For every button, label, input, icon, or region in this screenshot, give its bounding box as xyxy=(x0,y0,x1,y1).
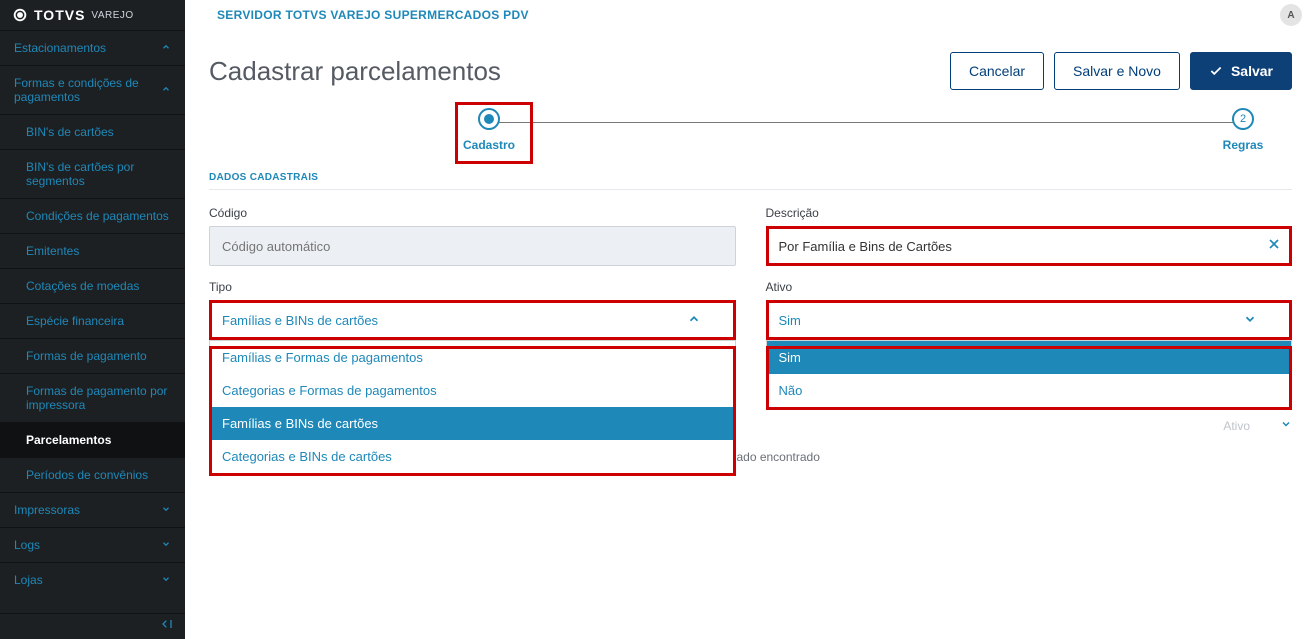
brand-logo-icon xyxy=(12,7,28,23)
codigo-input xyxy=(209,226,736,266)
sidebar-item-bins-cartoes-segmentos[interactable]: BIN's de cartões por segmentos xyxy=(0,149,185,198)
sidebar-item-label: BIN's de cartões por segmentos xyxy=(26,160,171,188)
step-circle-active-icon xyxy=(478,108,500,130)
avatar-initial: A xyxy=(1287,10,1294,21)
tipo-select-value: Famílias e BINs de cartões xyxy=(222,313,378,328)
field-descricao: Descrição xyxy=(766,206,1293,266)
sidebar-item-label: Parcelamentos xyxy=(26,433,111,447)
sidebar-item-label: Espécie financeira xyxy=(26,314,124,328)
clear-input-icon[interactable] xyxy=(1266,236,1282,257)
tipo-option[interactable]: Famílias e BINs de cartões xyxy=(210,407,735,440)
action-buttons: Cancelar Salvar e Novo Salvar xyxy=(950,52,1292,90)
tipo-option[interactable]: Famílias e Formas de pagamentos xyxy=(210,341,735,374)
sidebar-item-label: Formas de pagamento xyxy=(26,349,147,363)
brand-name: TOTVS xyxy=(34,7,85,23)
ativo-dropdown: Sim Não xyxy=(766,340,1293,408)
topbar: SERVIDOR TOTVS VAREJO SUPERMERCADOS PDV … xyxy=(185,0,1316,30)
sidebar-item-label: Logs xyxy=(14,538,40,552)
cancel-button-label: Cancelar xyxy=(969,63,1025,79)
stepper: Cadastro 2 Regras xyxy=(209,108,1292,168)
ativo-select-value: Sim xyxy=(779,313,801,328)
field-label-ativo: Ativo xyxy=(766,280,1293,294)
sidebar-item-label: Condições de pagamentos xyxy=(26,209,169,223)
sidebar-item-parcelamentos[interactable]: Parcelamentos xyxy=(0,422,185,457)
sidebar-item-label: Estacionamentos xyxy=(14,41,106,55)
field-label-codigo: Código xyxy=(209,206,736,220)
avatar[interactable]: A xyxy=(1280,4,1302,26)
topbar-title: SERVIDOR TOTVS VAREJO SUPERMERCADOS PDV xyxy=(217,8,529,22)
table-header-ghost-right: Ativo xyxy=(1223,419,1250,433)
save-button[interactable]: Salvar xyxy=(1190,52,1292,90)
sidebar-item-label: Emitentes xyxy=(26,244,79,258)
field-ativo: Ativo Sim Sim Não xyxy=(766,280,1293,340)
chevron-down-icon xyxy=(161,538,171,552)
sidebar: TOTVS VAREJO Estacionamentos Formas e co… xyxy=(0,0,185,639)
collapse-icon xyxy=(159,616,175,637)
sidebar-item-label: Formas de pagamento por impressora xyxy=(26,384,171,412)
field-label-descricao: Descrição xyxy=(766,206,1293,220)
field-label-tipo: Tipo xyxy=(209,280,736,294)
step-regras[interactable]: 2 Regras xyxy=(1188,108,1298,152)
tipo-select[interactable]: Famílias e BINs de cartões xyxy=(209,300,736,340)
section-heading: DADOS CADASTRAIS xyxy=(209,172,1292,190)
sidebar-item-lojas[interactable]: Lojas xyxy=(0,562,185,597)
sidebar-item-label: Impressoras xyxy=(14,503,80,517)
descricao-input[interactable] xyxy=(766,226,1293,266)
chevron-down-icon xyxy=(1280,418,1292,433)
sidebar-item-cotacoes-moedas[interactable]: Cotações de moedas xyxy=(0,268,185,303)
sidebar-item-label: BIN's de cartões xyxy=(26,125,114,139)
brand-sub: VAREJO xyxy=(91,10,133,21)
step-line xyxy=(491,122,1244,123)
ativo-option[interactable]: Sim xyxy=(767,341,1292,374)
save-and-new-button-label: Salvar e Novo xyxy=(1073,63,1161,79)
tipo-option[interactable]: Categorias e BINs de cartões xyxy=(210,440,735,473)
chevron-up-icon xyxy=(161,83,171,97)
sidebar-item-estacionamentos[interactable]: Estacionamentos xyxy=(0,30,185,65)
main: Cadastrar parcelamentos Cancelar Salvar … xyxy=(185,30,1316,639)
sidebar-item-label: Períodos de convênios xyxy=(26,468,148,482)
check-icon xyxy=(1209,64,1223,78)
step-number: 2 xyxy=(1240,113,1246,125)
chevron-up-icon xyxy=(161,41,171,55)
sidebar-item-label: Formas e condições de pagamentos xyxy=(14,76,161,104)
brand: TOTVS VAREJO xyxy=(0,0,185,30)
sidebar-item-periodos-convenios[interactable]: Períodos de convênios xyxy=(0,457,185,492)
field-codigo: Código xyxy=(209,206,736,266)
sidebar-collapse-button[interactable] xyxy=(0,613,185,639)
chevron-down-icon xyxy=(161,503,171,517)
sidebar-item-logs[interactable]: Logs xyxy=(0,527,185,562)
sidebar-item-label: Cotações de moedas xyxy=(26,279,139,293)
step-circle-icon: 2 xyxy=(1232,108,1254,130)
step-label: Cadastro xyxy=(434,138,544,152)
save-button-label: Salvar xyxy=(1231,63,1273,79)
sidebar-item-bins-cartoes[interactable]: BIN's de cartões xyxy=(0,114,185,149)
save-and-new-button[interactable]: Salvar e Novo xyxy=(1054,52,1180,90)
chevron-down-icon xyxy=(1243,312,1257,329)
ativo-select[interactable]: Sim xyxy=(766,300,1293,340)
step-label: Regras xyxy=(1188,138,1298,152)
sidebar-item-formas-pagamento-impressora[interactable]: Formas de pagamento por impressora xyxy=(0,373,185,422)
form-grid: Código Descrição Tipo Famílias e BINs de… xyxy=(209,206,1292,354)
tipo-option[interactable]: Categorias e Formas de pagamentos xyxy=(210,374,735,407)
page-header: Cadastrar parcelamentos Cancelar Salvar … xyxy=(185,30,1316,108)
sidebar-item-especie-financeira[interactable]: Espécie financeira xyxy=(0,303,185,338)
sidebar-item-emitentes[interactable]: Emitentes xyxy=(0,233,185,268)
cancel-button[interactable]: Cancelar xyxy=(950,52,1044,90)
sidebar-item-impressoras[interactable]: Impressoras xyxy=(0,492,185,527)
sidebar-menu: Estacionamentos Formas e condições de pa… xyxy=(0,30,185,613)
sidebar-item-condicoes-pagamentos[interactable]: Condições de pagamentos xyxy=(0,198,185,233)
field-tipo: Tipo Famílias e BINs de cartões Famílias… xyxy=(209,280,736,340)
chevron-down-icon xyxy=(161,573,171,587)
ativo-option[interactable]: Não xyxy=(767,374,1292,407)
sidebar-item-label: Lojas xyxy=(14,573,43,587)
sidebar-item-formas-condicoes-pagamentos[interactable]: Formas e condições de pagamentos xyxy=(0,65,185,114)
sidebar-item-formas-pagamento[interactable]: Formas de pagamento xyxy=(0,338,185,373)
page-title: Cadastrar parcelamentos xyxy=(209,56,501,87)
tipo-dropdown: Famílias e Formas de pagamentos Categori… xyxy=(209,340,736,474)
step-cadastro[interactable]: Cadastro xyxy=(434,108,544,152)
chevron-up-icon xyxy=(687,312,701,329)
